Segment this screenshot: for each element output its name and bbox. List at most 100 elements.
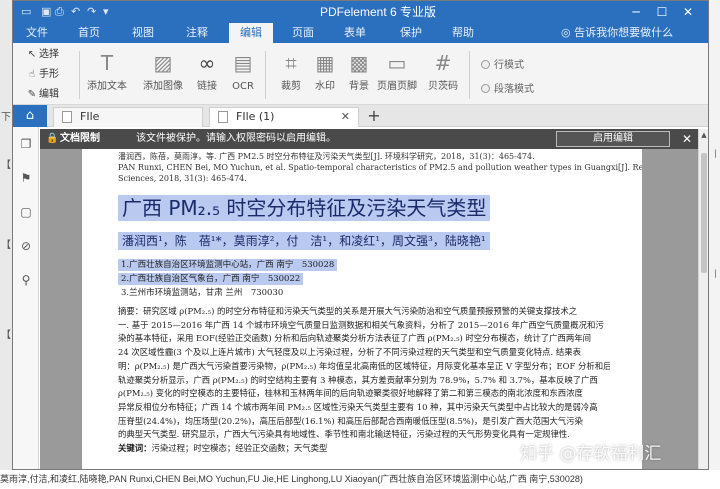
- file-icon: [62, 111, 72, 123]
- abstract-line: 异常反相位分布特征；广西 14 个城市两年间 PM₂.₅ 区域性污染天气类型主要…: [118, 401, 598, 412]
- hand-icon: ☝: [28, 69, 36, 80]
- ribbon-separator: [469, 51, 470, 99]
- image-icon: ▨: [153, 51, 173, 75]
- help-search[interactable]: ◎ 告诉我你想要做什么: [561, 23, 673, 43]
- undo-icon[interactable]: ↶: [71, 4, 80, 20]
- header-footer-icon: ▭: [387, 51, 407, 75]
- watermark-text: 知乎 @存软福利汇: [520, 444, 662, 464]
- notice-label: 文档限制: [60, 133, 100, 144]
- help-prompt: 告诉我你想要做什么: [574, 26, 674, 39]
- save-icon[interactable]: ▣: [41, 4, 51, 20]
- tab-edit[interactable]: 编辑: [229, 23, 273, 43]
- home-icon: ⌂: [25, 108, 35, 123]
- document-tab-file[interactable]: FIle: [53, 107, 203, 127]
- ribbon-separator: [79, 51, 80, 99]
- radio-icon: [481, 60, 490, 69]
- close-tab-icon[interactable]: ✕: [341, 108, 350, 126]
- edit-label: 编辑: [39, 89, 59, 100]
- notice-message: 该文件被保护。请输入权限密码以启用编辑。: [136, 133, 336, 144]
- tab-form[interactable]: 表单: [335, 23, 375, 43]
- abstract-line: 明：ρ(PM₂.₅) 是广西大气污染首要污染物，ρ(PM₂.₅) 年均值呈北高南…: [118, 360, 610, 371]
- background-glyph: 【: [1, 240, 11, 251]
- bates-number-icon: #: [434, 51, 452, 75]
- attachment-icon[interactable]: ⊘: [19, 239, 33, 253]
- tab-home[interactable]: 首页: [69, 23, 109, 43]
- document-viewer[interactable]: 潘润西，陈蓓，莫雨淳，等. 广西 PM2.5 时空分布特征及污染天气类型[J].…: [40, 149, 698, 469]
- window-title: PDFelement 6 专业版: [319, 5, 437, 19]
- abstract-line: 摘要：研究区域 ρ(PM₂.₅) 的时空分布特征和污染天气类型的关系是开展大气污…: [118, 306, 578, 316]
- search-icon[interactable]: ⚲: [19, 273, 33, 287]
- background-glyph: 【: [1, 160, 11, 171]
- comment-icon[interactable]: ▢: [19, 205, 33, 219]
- new-tab-button[interactable]: +: [365, 106, 383, 126]
- background-strip-right: 丨 丨: [709, 0, 720, 489]
- home-tab[interactable]: ⌂: [13, 105, 47, 127]
- scroll-up-icon[interactable]: ▲: [699, 131, 709, 139]
- author-list: 潘润西¹，陈 蓓¹*，莫雨淳²，付 洁¹，和凌红¹，周文强³，陆晓艳¹: [118, 232, 490, 250]
- menu-file[interactable]: 文件: [17, 23, 57, 43]
- print-icon[interactable]: ⎙: [55, 4, 64, 20]
- header-footer-label: 页眉页脚: [377, 81, 417, 92]
- hand-tool[interactable]: ☝ 手形: [25, 67, 59, 83]
- keywords-label: 关键词：: [118, 443, 152, 454]
- tab-protect[interactable]: 保护: [391, 23, 431, 43]
- ribbon-separator: [265, 51, 266, 99]
- select-label: 选择: [39, 49, 59, 60]
- ocr-button[interactable]: ▤ OCR: [221, 49, 265, 101]
- background-glyph: 丨: [711, 270, 720, 280]
- tab-page[interactable]: 页面: [283, 23, 323, 43]
- background-glyph: 【: [1, 330, 11, 341]
- ocr-label: OCR: [232, 81, 254, 92]
- abstract-line: ρ(PM₂.₅) 变化的时空模态的主要特征，桂林和玉林两年间的后向轨迹聚类很好地…: [118, 388, 583, 399]
- tab-help[interactable]: 帮助: [443, 23, 483, 43]
- document-tab-file-1[interactable]: FIle (1) ✕: [209, 107, 359, 127]
- enable-editing-button[interactable]: 启用编辑: [556, 131, 670, 147]
- scroll-thumb[interactable]: [701, 153, 707, 273]
- redo-icon[interactable]: ↷: [87, 4, 96, 20]
- header-footer-button[interactable]: ▭ 页眉页脚: [375, 49, 419, 101]
- affiliation: 1.广西壮族自治区环境监测中心站，广西 南宁 530028: [118, 259, 338, 271]
- bates-button[interactable]: # 贝茨码: [421, 49, 465, 101]
- add-text-button[interactable]: T 添加文本: [85, 49, 129, 101]
- link-icon: ∞: [198, 51, 216, 75]
- paper-title: 广西 PM₂.₅ 时空分布特征及污染天气类型: [118, 195, 491, 221]
- paragraph-mode-radio[interactable]: 段落模式: [481, 83, 534, 97]
- tab-comment[interactable]: 注释: [177, 23, 217, 43]
- maximize-button[interactable]: ☐: [651, 3, 673, 21]
- affiliation: 3.兰州市环境监测站，甘肃 兰州 730030: [121, 288, 284, 298]
- close-button[interactable]: ✕: [677, 3, 699, 21]
- close-notice-icon[interactable]: ✕: [680, 131, 694, 147]
- minimize-button[interactable]: ─: [625, 3, 647, 21]
- left-sidebar: ❐ ⚑ ▢ ⊘ ⚲: [13, 127, 39, 469]
- pdf-page: 潘润西，陈蓓，莫雨淳，等. 广西 PM2.5 时空分布特征及污染天气类型[J].…: [82, 149, 642, 469]
- edit-tool[interactable]: ✎ 编辑: [25, 87, 59, 103]
- hand-label: 手形: [39, 69, 59, 80]
- status-text: 莫雨淳,付洁,和凌红,陆晓艳,PAN Runxi,CHEN Bei,MO Yuc…: [0, 474, 583, 484]
- citation-line: 潘润西，陈蓓，莫雨淳，等. 广西 PM2.5 时空分布特征及污染天气类型[J].…: [118, 152, 535, 161]
- app-logo-icon: ▭: [21, 5, 32, 18]
- bottom-status-strip: 莫雨淳,付洁,和凌红,陆晓艳,PAN Runxi,CHEN Bei,MO Yuc…: [0, 470, 720, 489]
- title-bar: ▭ ▣ ⎙ ↶ ↷ ▾ PDFelement 6 专业版 ─ ☐ ✕: [13, 1, 708, 23]
- document-tab-row: ⌂ FIle FIle (1) ✕ +: [13, 105, 708, 127]
- crop-icon: ⌗: [285, 51, 297, 75]
- add-text-label: 添加文本: [87, 81, 127, 92]
- keywords: 污染过程；时空模态；经验正交函数；天气类型: [151, 443, 328, 454]
- abstract-line: 24 次区域性霾(3 个及以上连片城市) 大气轻度及以上污染过程，分析了不同污染…: [118, 347, 581, 358]
- radio-icon: [481, 84, 490, 93]
- abstract-line: 一. 基于 2015—2016 年广西 14 个城市环境空气质量日监测数据和相关…: [118, 319, 604, 330]
- citation-line: Sciences, 2018, 31(3): 465-474.: [118, 174, 247, 183]
- customize-icon[interactable]: ▾: [103, 4, 109, 20]
- vertical-scrollbar[interactable]: ▲: [698, 129, 708, 469]
- thumbnails-icon[interactable]: ❐: [19, 137, 33, 151]
- bates-label: 贝茨码: [428, 81, 458, 92]
- select-tool[interactable]: ↖ 选择: [25, 47, 59, 63]
- lightbulb-icon: ◎: [561, 26, 575, 39]
- background-glyph: 下: [1, 112, 11, 123]
- pdfelement-window: ▭ ▣ ⎙ ↶ ↷ ▾ PDFelement 6 专业版 ─ ☐ ✕ 文件 首页…: [12, 0, 709, 470]
- line-mode-label: 行模式: [494, 60, 524, 71]
- document-tab-label: FIle (1): [236, 110, 275, 123]
- bookmark-icon[interactable]: ⚑: [19, 171, 33, 185]
- tab-view[interactable]: 视图: [123, 23, 163, 43]
- add-image-button[interactable]: ▨ 添加图像: [141, 49, 185, 101]
- line-mode-radio[interactable]: 行模式: [481, 59, 524, 73]
